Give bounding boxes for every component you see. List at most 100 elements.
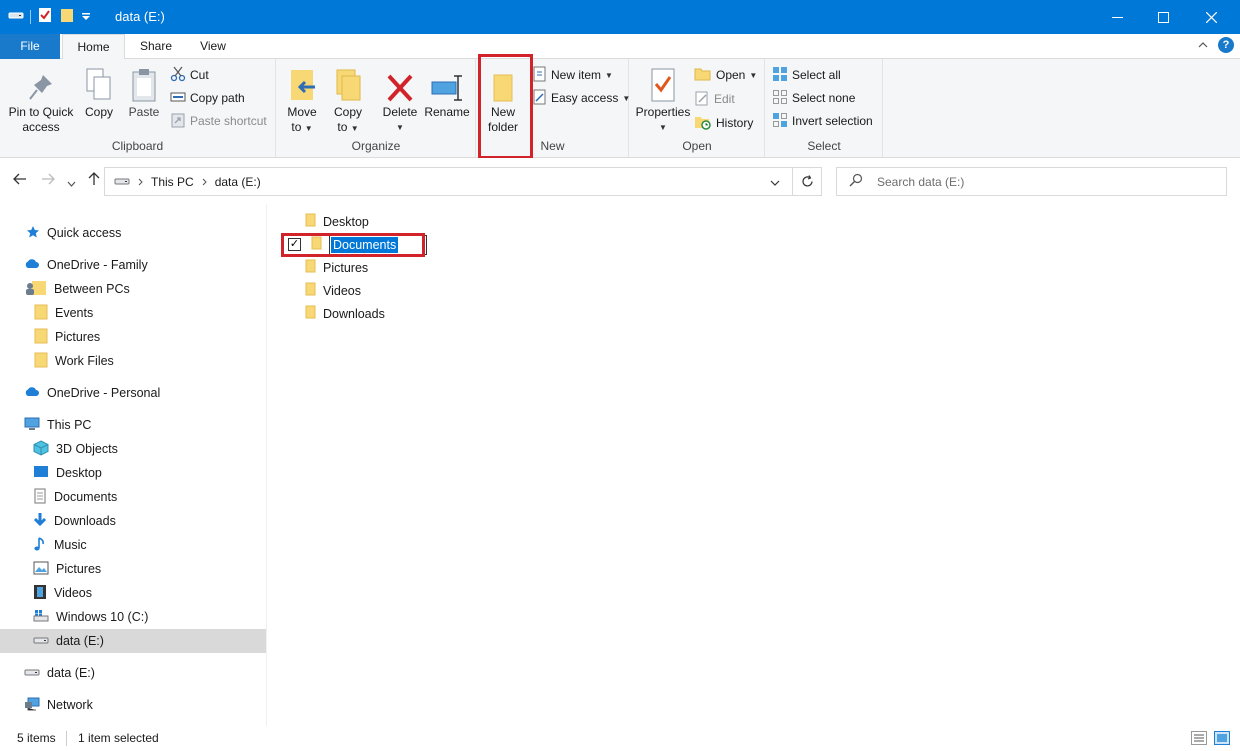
nav-label: data (E:) — [56, 634, 104, 648]
new-item-label: New item — [551, 68, 602, 82]
edit-icon — [694, 90, 710, 109]
file-name: Downloads — [323, 306, 385, 321]
nav-downloads[interactable]: Downloads — [33, 509, 116, 533]
edit-button[interactable]: Edit — [694, 89, 735, 109]
breadcrumb-data-e[interactable]: data (E:) — [215, 175, 261, 189]
invert-selection-icon — [772, 112, 788, 131]
close-button[interactable] — [1188, 0, 1234, 34]
nav-network[interactable]: Network — [24, 693, 93, 717]
navigation-pane: Quick access OneDrive - Family Between P… — [0, 204, 266, 726]
nav-label: Network — [47, 698, 93, 712]
copy-path-button[interactable]: Copy path — [170, 88, 245, 108]
nav-label: Downloads — [54, 514, 116, 528]
paste-shortcut-icon — [170, 112, 186, 131]
nav-desktop[interactable]: Desktop — [33, 461, 102, 485]
refresh-button[interactable] — [793, 167, 822, 196]
nav-videos[interactable]: Videos — [33, 581, 92, 605]
file-item-downloads[interactable]: Downloads — [305, 302, 385, 325]
properties-label: Properties — [635, 105, 691, 119]
properties-checkmark-icon — [634, 65, 692, 103]
paste-icon — [124, 65, 164, 103]
nav-onedrive-family[interactable]: OneDrive - Family — [24, 253, 148, 277]
pin-to-quick-access-button[interactable]: Pin to Quick access — [4, 65, 78, 135]
title-bar: data (E:) — [0, 0, 1240, 34]
help-icon[interactable]: ? — [1218, 37, 1234, 53]
breadcrumb-separator[interactable] — [202, 175, 207, 189]
nav-3d-objects[interactable]: 3D Objects — [33, 437, 118, 461]
large-icons-view-icon[interactable] — [1214, 731, 1230, 748]
copy-to-button[interactable]: Copy to ▼ — [329, 65, 367, 136]
collapse-ribbon-icon[interactable] — [1198, 38, 1208, 52]
download-icon — [33, 512, 47, 531]
recent-locations-button[interactable] — [67, 174, 76, 191]
nav-label: OneDrive - Family — [47, 258, 148, 272]
details-view-icon[interactable] — [1191, 731, 1207, 748]
nav-pictures-onedrive[interactable]: Pictures — [34, 325, 100, 349]
easy-access-button[interactable]: Easy access ▼ — [533, 88, 630, 108]
cut-button[interactable]: Cut — [170, 65, 209, 85]
tab-file[interactable]: File — [0, 34, 60, 59]
forward-button[interactable] — [41, 172, 55, 189]
nav-documents[interactable]: Documents — [33, 485, 117, 509]
new-item-button[interactable]: New item ▼ — [533, 65, 613, 85]
nav-between-pcs[interactable]: Between PCs — [25, 277, 130, 301]
edit-label: Edit — [714, 92, 735, 106]
nav-music[interactable]: Music — [33, 533, 87, 557]
open-button[interactable]: Open ▼ — [694, 65, 757, 85]
nav-data-e[interactable]: data (E:) — [24, 661, 95, 685]
file-name: Pictures — [323, 260, 369, 275]
back-button[interactable] — [13, 172, 27, 189]
properties-dropdown-icon[interactable]: ▼ — [634, 120, 692, 135]
nav-onedrive-personal[interactable]: OneDrive - Personal — [24, 381, 160, 405]
delete-dropdown-icon[interactable]: ▼ — [378, 120, 422, 135]
address-bar[interactable]: This PC data (E:) — [104, 167, 793, 196]
properties-button[interactable]: Properties ▼ — [634, 65, 692, 135]
nav-quick-access[interactable]: Quick access — [26, 221, 121, 245]
tab-share[interactable]: Share — [128, 34, 184, 59]
tab-home[interactable]: Home — [62, 34, 125, 60]
nav-this-pc[interactable]: This PC — [24, 413, 91, 437]
drive-icon — [8, 9, 24, 24]
file-item-desktop[interactable]: Desktop — [305, 210, 369, 233]
select-all-button[interactable]: Select all — [772, 65, 841, 85]
delete-button[interactable]: Delete ▼ — [378, 65, 422, 135]
customize-chevron-icon[interactable] — [81, 10, 91, 24]
nav-events[interactable]: Events — [34, 301, 93, 325]
paste-button[interactable]: Paste — [124, 65, 164, 120]
file-name: Desktop — [323, 214, 369, 229]
address-dropdown-icon[interactable] — [770, 175, 780, 189]
move-to-label: Move to ▼ — [287, 105, 317, 134]
copy-icon — [80, 65, 118, 103]
new-item-icon — [533, 66, 547, 85]
select-none-button[interactable]: Select none — [772, 88, 855, 108]
rename-button[interactable]: Rename — [423, 65, 471, 120]
paste-shortcut-button[interactable]: Paste shortcut — [170, 111, 267, 131]
search-box[interactable] — [836, 167, 1227, 196]
minimize-button[interactable] — [1094, 0, 1140, 34]
invert-selection-button[interactable]: Invert selection — [772, 111, 873, 131]
new-folder-icon[interactable] — [59, 7, 75, 26]
history-button[interactable]: History — [694, 113, 753, 133]
up-button[interactable] — [88, 172, 100, 190]
file-item-pictures[interactable]: Pictures — [305, 256, 368, 279]
select-none-icon — [772, 89, 788, 108]
nav-label: Pictures — [55, 330, 101, 344]
nav-windows-c[interactable]: Windows 10 (C:) — [33, 605, 148, 629]
move-to-button[interactable]: Move to ▼ — [283, 65, 321, 136]
nav-work-files[interactable]: Work Files — [34, 349, 114, 373]
nav-data-e-selected[interactable]: data (E:) — [0, 629, 266, 653]
music-icon — [33, 536, 47, 555]
maximize-button[interactable] — [1140, 0, 1186, 34]
search-input[interactable] — [877, 174, 1177, 189]
copy-button[interactable]: Copy — [80, 65, 118, 120]
tab-view[interactable]: View — [187, 34, 239, 59]
ribbon-home: Pin to Quick access Copy Paste Cut Copy … — [0, 59, 1240, 158]
star-icon — [26, 225, 40, 242]
breadcrumb-this-pc[interactable]: This PC — [151, 175, 194, 189]
nav-label: Quick access — [47, 226, 122, 240]
breadcrumb-separator[interactable] — [138, 175, 143, 189]
file-item-videos[interactable]: Videos — [305, 279, 361, 302]
nav-pictures[interactable]: Pictures — [33, 557, 101, 581]
paste-shortcut-label: Paste shortcut — [190, 114, 267, 128]
properties-icon[interactable] — [37, 7, 53, 26]
